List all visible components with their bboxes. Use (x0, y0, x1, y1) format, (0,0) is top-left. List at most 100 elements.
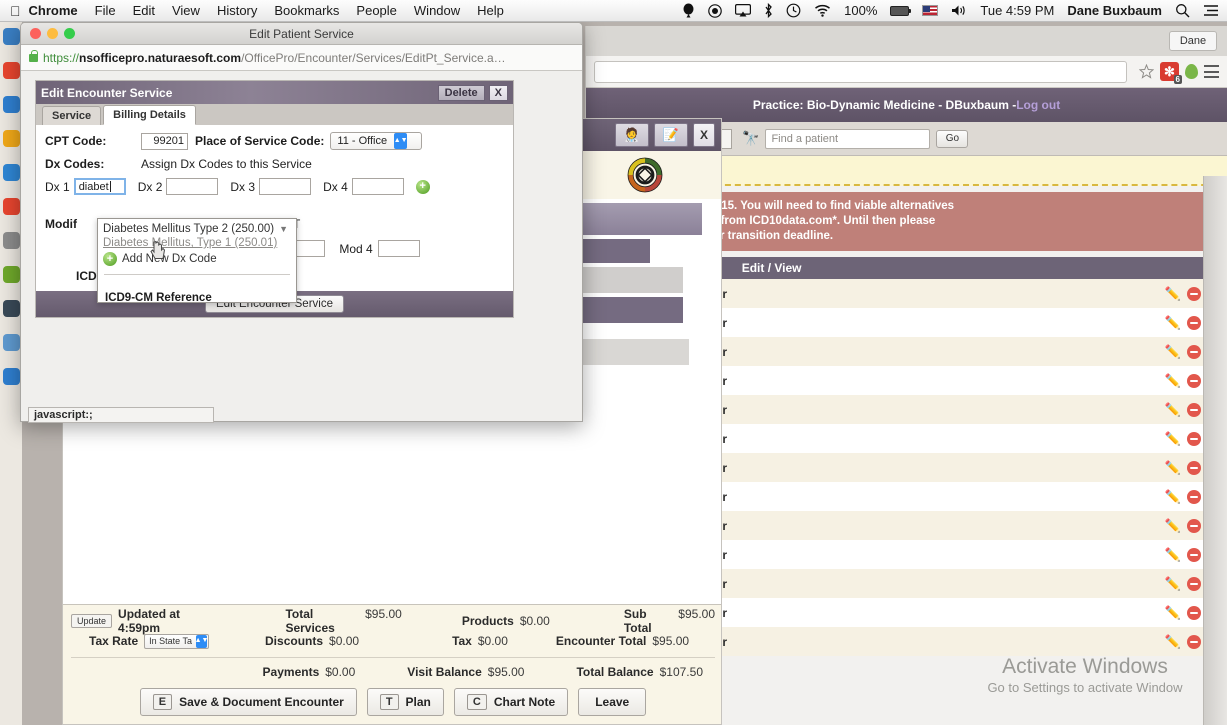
remove-minus-icon[interactable] (1187, 316, 1201, 330)
remove-minus-icon[interactable] (1187, 461, 1201, 475)
menu-window[interactable]: Window (414, 3, 460, 18)
place-of-service-select[interactable]: 11 - Office ▲▼ (330, 132, 422, 150)
patient-card-icon[interactable]: 🧑‍⚕️ (615, 123, 649, 147)
volume-icon[interactable] (951, 4, 967, 17)
logout-link[interactable]: Log out (1016, 98, 1060, 112)
time-machine-icon[interactable] (786, 3, 801, 18)
chart-note-button[interactable]: C Chart Note (454, 688, 568, 716)
dock-icon[interactable] (0, 124, 22, 158)
add-plus-icon[interactable]: + (416, 180, 430, 194)
pencil-edit-icon[interactable]: ✏️ (1165, 518, 1181, 534)
menu-file[interactable]: File (95, 3, 116, 18)
cpt-code-input[interactable]: 99201 (141, 133, 188, 150)
menu-people[interactable]: People (356, 3, 396, 18)
dx4-input[interactable] (352, 178, 404, 195)
remove-minus-icon[interactable] (1187, 606, 1201, 620)
dx3-input[interactable] (259, 178, 311, 195)
tax-rate-select[interactable]: In State Ta▲▼ (144, 634, 209, 649)
close-panel-button[interactable]: X (489, 85, 508, 101)
tab-service[interactable]: Service (42, 106, 101, 125)
puzzle-extension-icon[interactable]: ✻6 (1160, 62, 1179, 81)
find-patient-input[interactable]: Find a patient (765, 129, 930, 149)
remove-minus-icon[interactable] (1187, 287, 1201, 301)
battery-charging-icon[interactable] (890, 6, 909, 16)
remove-minus-icon[interactable] (1187, 519, 1201, 533)
remove-minus-icon[interactable] (1187, 577, 1201, 591)
dx-autocomplete-dropdown[interactable]: Diabetes Mellitus Type 2 (250.00) ▼ Diab… (97, 218, 297, 303)
totals-update-button[interactable]: Update (71, 614, 112, 628)
go-button[interactable]: Go (936, 130, 968, 148)
delete-button[interactable]: Delete (438, 85, 485, 101)
menu-help[interactable]: Help (477, 3, 504, 18)
dock-icon[interactable] (0, 260, 22, 294)
dx1-input[interactable]: diabet (74, 178, 126, 195)
remove-minus-icon[interactable] (1187, 374, 1201, 388)
remove-minus-icon[interactable] (1187, 635, 1201, 649)
dropbox-icon[interactable] (682, 3, 695, 18)
menu-view[interactable]: View (172, 3, 200, 18)
window-titlebar[interactable]: Edit Patient Service (21, 23, 582, 45)
dock-icon[interactable] (0, 192, 22, 226)
wifi-icon[interactable] (814, 4, 831, 17)
us-flag-icon[interactable] (922, 5, 938, 16)
address-bar[interactable]: https://nsofficepro.naturaesoft.com/Offi… (21, 45, 582, 71)
save-document-encounter-button[interactable]: E Save & Document Encounter (140, 688, 357, 716)
dock-icon[interactable] (0, 56, 22, 90)
hamburger-menu-icon[interactable] (1204, 65, 1219, 78)
pencil-edit-icon[interactable]: ✏️ (1165, 373, 1181, 389)
menubar-clock[interactable]: Tue 4:59 PM (980, 3, 1054, 18)
airplay-icon[interactable] (735, 4, 751, 17)
pencil-edit-icon[interactable]: ✏️ (1165, 402, 1181, 418)
dock-icon[interactable] (0, 158, 22, 192)
pencil-edit-icon[interactable]: ✏️ (1165, 460, 1181, 476)
edit-note-icon[interactable]: 📝 (654, 123, 688, 147)
tab-billing-details[interactable]: Billing Details (103, 105, 196, 125)
star-icon[interactable] (1139, 64, 1154, 79)
browser-tab-dane[interactable]: Dane (1169, 31, 1217, 51)
add-new-dx-code-option[interactable]: + Add New Dx Code (98, 250, 296, 268)
menubar-user[interactable]: Dane Buxbaum (1067, 3, 1162, 18)
dock-icon[interactable] (0, 362, 22, 396)
autocomplete-option-1[interactable]: Diabetes Mellitus Type 2 (250.00) ▼ (98, 222, 296, 236)
remove-minus-icon[interactable] (1187, 403, 1201, 417)
remove-minus-icon[interactable] (1187, 548, 1201, 562)
dock-icon[interactable] (0, 294, 22, 328)
pencil-edit-icon[interactable]: ✏️ (1165, 634, 1181, 650)
leave-button[interactable]: Leave (578, 688, 646, 716)
menu-edit[interactable]: Edit (133, 3, 155, 18)
pencil-edit-icon[interactable]: ✏️ (1165, 576, 1181, 592)
dock-icon[interactable] (0, 226, 22, 260)
pencil-edit-icon[interactable]: ✏️ (1165, 431, 1181, 447)
apple-icon[interactable]:  (10, 3, 21, 19)
menu-chrome[interactable]: Chrome (29, 3, 78, 18)
plan-button[interactable]: T Plan (367, 688, 444, 716)
page-scroll-edge[interactable] (1203, 176, 1227, 725)
pencil-edit-icon[interactable]: ✏️ (1165, 315, 1181, 331)
search-icon[interactable] (1175, 3, 1190, 18)
encounter-close-button[interactable]: X (693, 123, 715, 147)
stepper-icon[interactable]: ▲▼ (394, 133, 407, 149)
bluetooth-icon[interactable] (764, 3, 773, 18)
dx2-input[interactable] (166, 178, 218, 195)
stepper-icon[interactable]: ▲▼ (196, 635, 207, 648)
remove-minus-icon[interactable] (1187, 345, 1201, 359)
green-balloon-icon[interactable] (1185, 64, 1198, 79)
remove-minus-icon[interactable] (1187, 432, 1201, 446)
mod4-input[interactable] (378, 240, 420, 257)
pencil-edit-icon[interactable]: ✏️ (1165, 605, 1181, 621)
notification-center-icon[interactable] (1203, 4, 1219, 17)
desktop-dock-strip[interactable] (0, 22, 22, 725)
dock-icon[interactable] (0, 90, 22, 124)
pencil-edit-icon[interactable]: ✏️ (1165, 547, 1181, 563)
dock-icon[interactable] (0, 22, 22, 56)
pencil-edit-icon[interactable]: ✏️ (1165, 489, 1181, 505)
dock-icon[interactable] (0, 328, 22, 362)
pencil-edit-icon[interactable]: ✏️ (1165, 344, 1181, 360)
screen-record-icon[interactable] (708, 4, 722, 18)
autocomplete-option-2[interactable]: Diabetes Mellitus, Type 1 (250.01) (98, 236, 296, 250)
pencil-edit-icon[interactable]: ✏️ (1165, 286, 1181, 302)
menu-bookmarks[interactable]: Bookmarks (274, 3, 339, 18)
remove-minus-icon[interactable] (1187, 490, 1201, 504)
omnibox-input[interactable] (594, 61, 1127, 83)
menu-history[interactable]: History (217, 3, 257, 18)
